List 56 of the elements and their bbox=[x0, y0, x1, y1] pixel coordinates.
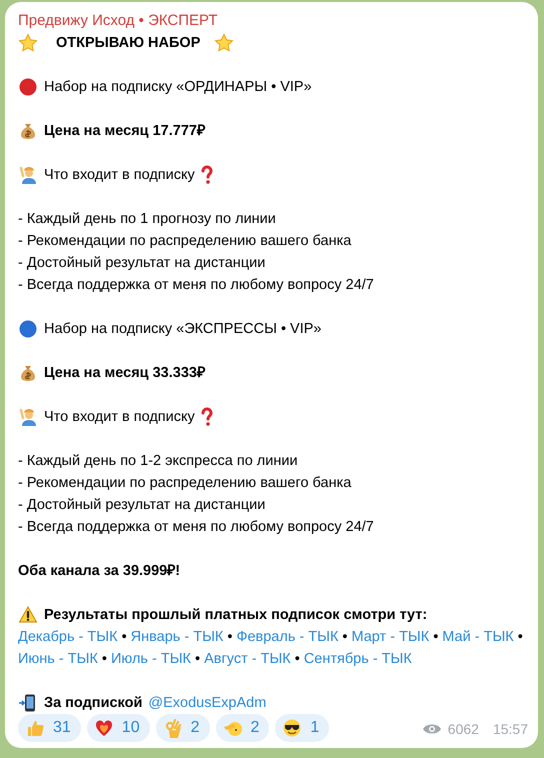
month-link[interactable]: Август - ТЫК bbox=[204, 648, 291, 670]
reaction-button[interactable]: 2 bbox=[216, 714, 270, 742]
reaction-button[interactable]: 2 bbox=[156, 714, 210, 742]
month-link[interactable]: Январь - ТЫК bbox=[130, 626, 224, 648]
list-item: - Рекомендации по распределению вашего банка bbox=[18, 232, 352, 251]
thumbs-up-icon bbox=[25, 718, 45, 738]
bullet-separator: • bbox=[227, 628, 232, 647]
list-item: - Рекомендации по распределению вашего банка bbox=[18, 474, 352, 493]
person-icon bbox=[18, 165, 38, 185]
heart-icon bbox=[94, 718, 114, 738]
phone-icon bbox=[18, 693, 38, 713]
section-text: Что входит в подписку bbox=[44, 408, 195, 427]
bullet-separator: • bbox=[518, 628, 523, 647]
reaction-button[interactable]: 10 bbox=[86, 714, 150, 742]
month-link[interactable]: Февраль - ТЫК bbox=[236, 626, 338, 648]
person-icon bbox=[18, 407, 38, 427]
reaction-button[interactable]: 31 bbox=[18, 714, 81, 742]
view-count: 6062 bbox=[448, 720, 479, 739]
list-item: - Достойный результат на дистанции bbox=[18, 496, 266, 515]
eye-icon bbox=[422, 722, 442, 736]
list-item: - Каждый день по 1 прогнозу по линии bbox=[18, 210, 277, 229]
headline-text: ОТКРЫВАЮ НАБОР bbox=[56, 34, 200, 53]
message-time: 15:57 bbox=[492, 720, 528, 739]
month-link[interactable]: Июль - ТЫК bbox=[110, 648, 191, 670]
bullet-separator: • bbox=[195, 650, 200, 669]
bullet-separator: • bbox=[122, 628, 127, 647]
money-bag-icon bbox=[18, 363, 38, 383]
bullet-separator: • bbox=[294, 650, 300, 669]
channel-name: Предвижу Исход • ЭКСПЕРТ bbox=[18, 11, 219, 31]
reaction-button[interactable]: 1 bbox=[275, 714, 330, 742]
list-item: - Достойный результат на дистанции bbox=[18, 254, 266, 273]
offer-text: Набор на подписку «ОРДИНАРЫ • VIP» bbox=[44, 78, 312, 97]
month-link[interactable]: Сентябрь - ТЫК bbox=[304, 648, 412, 670]
month-link[interactable]: Декабрь - ТЫК bbox=[18, 626, 118, 648]
list-item: - Всегда поддержка от меня по любому вопросу 24/7 bbox=[18, 276, 375, 295]
price-text: Цена на месяц 33.333₽ bbox=[44, 364, 205, 383]
month-link[interactable]: Май - ТЫК bbox=[442, 626, 514, 648]
results-text: Результаты прошлый платных подписок смотри тут: bbox=[44, 606, 428, 625]
total-text: Оба канала за 39.999₽! bbox=[18, 562, 180, 581]
bullet-separator: • bbox=[102, 650, 107, 669]
price-text: Цена на месяц 17.777₽ bbox=[44, 122, 205, 141]
section-text: Что входит в подписку bbox=[44, 166, 195, 185]
list-item: - Всегда поддержка от меня по любому вопросу 24/7 bbox=[18, 518, 375, 537]
warning-icon bbox=[18, 605, 38, 625]
star-icon bbox=[214, 33, 234, 53]
bullet-separator: • bbox=[342, 628, 348, 647]
contact-text: За подпиской bbox=[44, 694, 142, 713]
star-icon bbox=[18, 33, 38, 53]
month-link[interactable]: Март - ТЫК bbox=[352, 626, 430, 648]
money-bag-icon bbox=[18, 121, 38, 141]
offer-text: Набор на подписку «ЭКСПРЕССЫ • VIP» bbox=[44, 320, 322, 339]
list-item: - Каждый день по 1-2 экспресса по линии bbox=[18, 452, 299, 471]
sunglasses-face-icon bbox=[282, 718, 302, 738]
month-link[interactable]: Июнь - ТЫК bbox=[18, 648, 98, 670]
username-link[interactable]: @ExodusExpAdm bbox=[148, 692, 266, 714]
bullet-separator: • bbox=[433, 628, 438, 647]
